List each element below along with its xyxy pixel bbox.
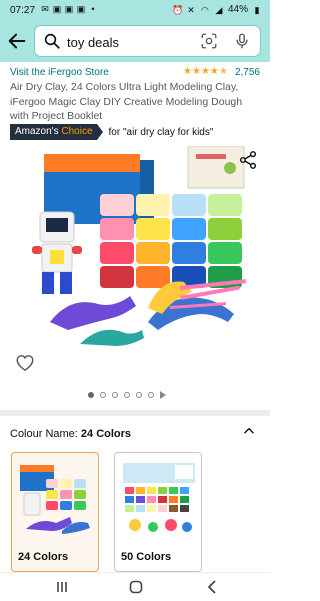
mute-icon: ✕ xyxy=(187,4,195,15)
search-input[interactable] xyxy=(65,31,199,53)
status-bar: 07:27 ✉ ▣ ▣ ▣ • ⏰ ✕ ◠ ◢ 44% ▮ xyxy=(0,0,270,22)
microphone-icon[interactable] xyxy=(233,31,251,51)
camera-scan-icon[interactable] xyxy=(200,32,218,50)
status-time: 07:27 xyxy=(10,5,36,16)
status-right: ⏰ ✕ ◠ ◢ 44% ▮ xyxy=(172,4,262,15)
variant-thumbnail xyxy=(123,463,195,532)
notification-icon: ▣ xyxy=(52,4,62,14)
badge-prefix: Amazon's xyxy=(15,126,59,137)
rating-stars[interactable]: ★ ★ ★ ★ ★ xyxy=(183,66,228,78)
choice-keyword: for "air dry clay for kids" xyxy=(108,126,214,138)
product-title: Air Dry Clay, 24 Colors Ultra Light Mode… xyxy=(10,81,243,122)
amazons-choice-badge[interactable]: Amazon's Choice xyxy=(10,124,103,140)
battery-icon: ▮ xyxy=(254,4,260,15)
choice-row: Amazon's Choice for "air dry clay for ki… xyxy=(10,124,213,140)
battery-percent: 44% xyxy=(227,4,248,15)
variant-thumbnail xyxy=(20,465,90,534)
arrow-left-icon[interactable] xyxy=(6,30,28,52)
notification-icon: ▣ xyxy=(76,4,86,14)
star-half-icon: ★ xyxy=(218,66,228,77)
colour-name-label: Colour Name: 24 Colors xyxy=(10,428,131,440)
search-header xyxy=(0,22,270,62)
star-full-icon: ★ xyxy=(183,66,192,77)
system-nav-bar xyxy=(0,572,270,601)
home-icon[interactable] xyxy=(128,579,144,595)
variant-label: 50 Colors xyxy=(121,551,172,563)
search-icon xyxy=(44,33,60,49)
star-full-icon: ★ xyxy=(200,66,210,77)
heart-icon[interactable] xyxy=(14,352,36,372)
section-divider xyxy=(0,410,270,416)
search-box[interactable] xyxy=(35,26,260,56)
back-icon[interactable] xyxy=(204,579,220,595)
pager-dot[interactable] xyxy=(112,392,118,398)
alarm-icon: ⏰ xyxy=(171,4,184,15)
store-rating-row: Visit the iFergoo Store ★ ★ ★ ★ ★ 2,756 xyxy=(10,66,262,80)
signal-icon: ◢ xyxy=(215,4,223,15)
pager-dot[interactable] xyxy=(124,392,130,398)
badge-highlight: Choice xyxy=(61,126,93,137)
colour-label-text: Colour Name: xyxy=(10,428,78,440)
star-full-icon: ★ xyxy=(209,66,219,77)
notification-icon: ▣ xyxy=(64,4,74,14)
pager-dot[interactable] xyxy=(88,392,94,398)
colour-selected-value: 24 Colors xyxy=(80,428,132,440)
share-icon[interactable] xyxy=(238,150,258,170)
variant-label: 24 Colors xyxy=(18,551,69,563)
product-image[interactable] xyxy=(30,146,250,346)
store-link[interactable]: Visit the iFergoo Store xyxy=(10,67,109,78)
pager-dot[interactable] xyxy=(100,392,106,398)
pager-dot[interactable] xyxy=(136,392,142,398)
status-notification-icons: ✉ ▣ ▣ ▣ • xyxy=(40,4,98,14)
rating-count[interactable]: 2,756 xyxy=(235,67,260,78)
wifi-icon: ◠ xyxy=(201,4,209,15)
pager-dot[interactable] xyxy=(148,392,154,398)
notification-icon: • xyxy=(91,4,95,14)
image-pager xyxy=(88,391,166,399)
star-full-icon: ★ xyxy=(191,66,201,77)
variant-option-50-colors[interactable]: 50 Colors xyxy=(114,452,202,572)
recent-apps-icon[interactable] xyxy=(54,579,70,595)
chevron-up-icon[interactable] xyxy=(242,424,256,438)
variant-option-24-colors[interactable]: 24 Colors xyxy=(11,452,99,572)
video-play-icon[interactable] xyxy=(160,391,166,399)
notification-icon: ✉ xyxy=(41,4,49,14)
